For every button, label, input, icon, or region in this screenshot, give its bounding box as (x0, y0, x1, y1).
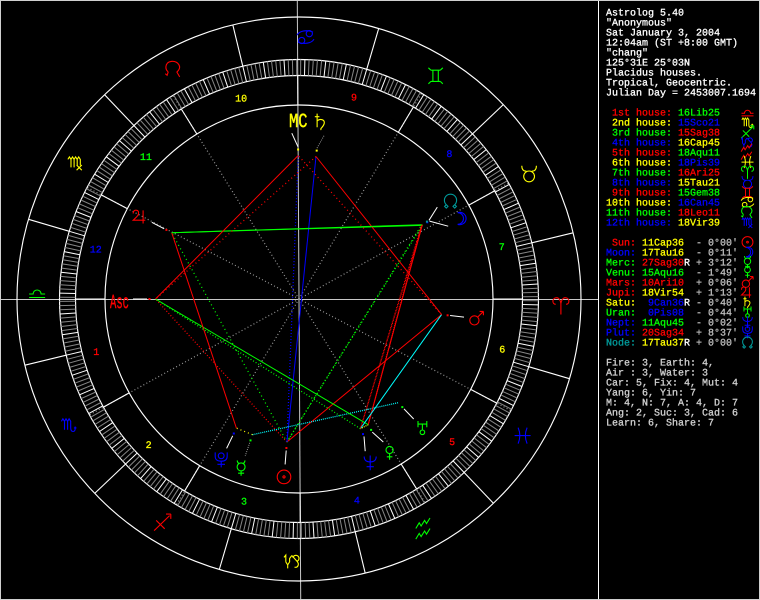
svg-text:7: 7 (499, 243, 505, 254)
svg-text:R: R (684, 339, 690, 350)
svg-text:18Vir39: 18Vir39 (678, 218, 720, 230)
svg-text:6: 6 (499, 346, 505, 357)
svg-text:8: 8 (446, 150, 452, 161)
svg-text:3: 3 (241, 498, 247, 509)
svg-text:11: 11 (140, 153, 152, 164)
svg-text:Node:: Node: (606, 338, 636, 350)
svg-text:2: 2 (146, 441, 152, 452)
svg-text:+: + (696, 339, 702, 350)
svg-text:Asc: Asc (110, 292, 129, 315)
svg-text:R: R (684, 259, 690, 270)
svg-text:MC: MC (289, 111, 308, 134)
svg-text:10: 10 (235, 94, 247, 105)
svg-text:5: 5 (449, 438, 455, 449)
svg-text:1: 1 (93, 348, 99, 359)
svg-text:9: 9 (351, 94, 357, 105)
svg-text:17Tau37: 17Tau37 (642, 339, 684, 350)
svg-text:12th house:: 12th house: (606, 218, 672, 230)
svg-text:4: 4 (354, 497, 360, 508)
svg-text:0°00': 0°00' (708, 338, 738, 350)
svg-text:Learn: 6, Share: 7: Learn: 6, Share: 7 (606, 418, 714, 430)
svg-text:12: 12 (90, 245, 102, 256)
svg-text:Julian Day = 2453007.1694: Julian Day = 2453007.1694 (606, 88, 756, 100)
svg-text:R: R (684, 299, 690, 310)
